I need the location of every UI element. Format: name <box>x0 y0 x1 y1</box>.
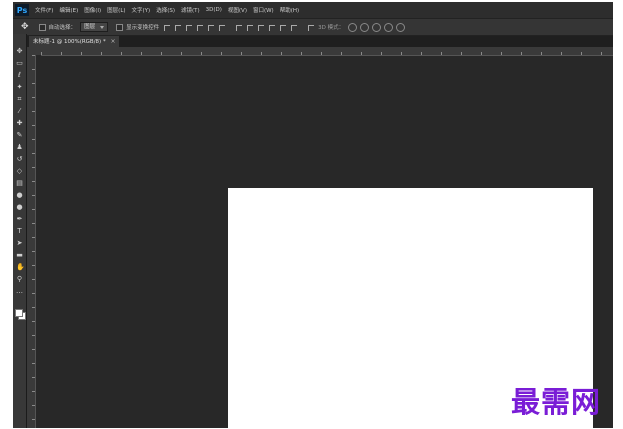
tool-button[interactable]: ✎ <box>16 132 23 139</box>
align-left-icon[interactable] <box>196 24 204 31</box>
align-top-icon[interactable] <box>163 24 171 31</box>
tool-button[interactable]: … <box>16 288 23 295</box>
pen-tool-icon: ✒ <box>16 215 23 223</box>
document-tab-title: 未标题-1 @ 100%(RGB/8) * <box>33 39 106 45</box>
close-icon[interactable]: × <box>110 38 115 45</box>
workspace[interactable] <box>36 56 613 428</box>
watermark: 最需网 <box>511 385 602 419</box>
menu-type[interactable]: 文字(Y) <box>132 6 151 14</box>
distribute-right-icon[interactable] <box>290 24 298 31</box>
clone-stamp-tool-icon: ♟ <box>16 143 23 151</box>
tool-button[interactable]: T <box>16 228 23 235</box>
healing-brush-tool-icon: ✚ <box>16 119 23 127</box>
horizontal-ruler-ticks <box>41 47 613 55</box>
3d-rotate-icon[interactable] <box>348 22 358 32</box>
3d-slide-icon[interactable] <box>384 22 394 32</box>
gradient-tool-icon: ▤ <box>16 179 23 187</box>
menu-edit[interactable]: 编辑(E) <box>59 6 78 14</box>
menu-help[interactable]: 帮助(H) <box>280 6 299 14</box>
menu-3d[interactable]: 3D(D) <box>206 7 222 13</box>
photoshop-window: Ps 文件(F) 编辑(E) 图像(I) 图层(L) 文字(Y) 选择(S) 滤… <box>13 2 613 428</box>
type-tool-icon: T <box>17 227 22 235</box>
align-bottom-icon[interactable] <box>185 24 193 31</box>
tool-button[interactable]: ● <box>16 204 23 211</box>
auto-select-dropdown[interactable]: 图层 <box>80 22 109 32</box>
dodge-tool-icon: ● <box>16 203 23 211</box>
tool-button[interactable]: ⌗ <box>16 96 23 103</box>
menu-layer[interactable]: 图层(L) <box>107 6 125 14</box>
menu-view[interactable]: 视图(V) <box>228 6 247 14</box>
tool-button[interactable]: ♟ <box>16 144 23 151</box>
tool-button[interactable]: ➤ <box>16 240 23 247</box>
move-tool-preset-icon[interactable]: ✥ <box>21 22 29 32</box>
crop-tool-icon: ⌗ <box>17 95 22 103</box>
distribute-left-icon[interactable] <box>268 24 276 31</box>
magic-wand-tool-icon: ✦ <box>16 83 23 91</box>
tool-button[interactable]: ✒ <box>16 216 23 223</box>
tool-button[interactable]: ↺ <box>16 156 23 163</box>
tool-button[interactable]: ◇ <box>16 168 23 175</box>
tool-button[interactable]: ● <box>16 192 23 199</box>
distribute-top-icon[interactable] <box>235 24 243 31</box>
menu-select[interactable]: 选择(S) <box>156 6 175 14</box>
document-tab-bar: 未标题-1 @ 100%(RGB/8) * × <box>13 36 613 47</box>
tool-button[interactable]: ✋ <box>16 263 25 271</box>
tool-button[interactable]: ✥ <box>16 48 23 55</box>
path-selection-tool-icon: ➤ <box>16 239 23 247</box>
menu-image[interactable]: 图像(I) <box>84 6 101 14</box>
ps-logo: Ps <box>15 4 29 16</box>
lasso-tool-icon: ℓ <box>18 71 21 79</box>
marquee-tool-icon: ▭ <box>16 59 23 67</box>
auto-select-checkbox[interactable] <box>38 23 46 31</box>
more-tools-icon: … <box>16 287 23 295</box>
distribute-bottom-icon[interactable] <box>257 24 265 31</box>
foreground-color-swatch[interactable] <box>15 309 23 317</box>
move-tool-icon: ✥ <box>16 47 23 55</box>
menu-window[interactable]: 窗口(W) <box>253 6 274 14</box>
zoom-tool-icon: ⚲ <box>16 275 23 283</box>
auto-align-icon[interactable] <box>307 24 315 31</box>
3d-roll-icon[interactable] <box>360 22 370 32</box>
eyedropper-tool-icon: ⁄ <box>18 107 21 115</box>
history-brush-tool-icon: ↺ <box>16 155 23 163</box>
hand-tool-icon: ✋ <box>16 263 25 271</box>
tool-button[interactable]: ▤ <box>16 180 23 187</box>
ruler-origin[interactable] <box>27 47 41 55</box>
distribute-vcenter-icon[interactable] <box>246 24 254 31</box>
tool-button[interactable]: ⁄ <box>16 108 23 115</box>
3d-drag-icon[interactable] <box>372 22 382 32</box>
show-transform-checkbox[interactable] <box>116 23 124 31</box>
align-right-icon[interactable] <box>218 24 226 31</box>
align-buttons <box>163 24 229 31</box>
align-hcenter-icon[interactable] <box>207 24 215 31</box>
tool-button[interactable]: ✚ <box>16 120 23 127</box>
3d-mode-label: 3D 模式： <box>318 25 345 31</box>
vertical-ruler[interactable] <box>27 55 36 428</box>
options-bar: ✥ 自动选择： 图层 显示变换控件 3D 模式： <box>13 18 613 36</box>
brush-tool-icon: ✎ <box>16 131 23 139</box>
eraser-tool-icon: ◇ <box>16 167 23 175</box>
tool-button[interactable]: ✦ <box>16 84 23 91</box>
rectangle-tool-icon: ▬ <box>16 251 23 259</box>
menu-bar: Ps 文件(F) 编辑(E) 图像(I) 图层(L) 文字(Y) 选择(S) 滤… <box>13 2 613 18</box>
auto-select-label: 自动选择： <box>48 25 77 31</box>
tool-button[interactable]: ℓ <box>16 72 23 79</box>
menu-filter[interactable]: 滤镜(T) <box>181 6 200 14</box>
distribute-hcenter-icon[interactable] <box>279 24 287 31</box>
document-tab[interactable]: 未标题-1 @ 100%(RGB/8) * × <box>29 36 119 47</box>
menu-file[interactable]: 文件(F) <box>35 6 53 14</box>
tool-button[interactable]: ▬ <box>16 252 23 259</box>
horizontal-ruler[interactable] <box>41 47 613 56</box>
vertical-ruler-ticks <box>27 55 35 428</box>
tool-button[interactable]: ▭ <box>16 60 23 67</box>
3d-scale-icon[interactable] <box>396 22 406 32</box>
blur-tool-icon: ● <box>16 191 23 199</box>
show-transform-label: 显示变换控件 <box>126 25 160 31</box>
align-vcenter-icon[interactable] <box>174 24 182 31</box>
distribute-buttons <box>235 24 301 31</box>
tool-button[interactable]: ⚲ <box>16 276 23 283</box>
toolbox: ✥ ▭ ℓ ✦ ⌗ ⁄ ✚ ✎ ♟ ↺ ◇ ▤ ● ● ✒ T ➤ ▬ ✋ ⚲ … <box>13 34 27 428</box>
